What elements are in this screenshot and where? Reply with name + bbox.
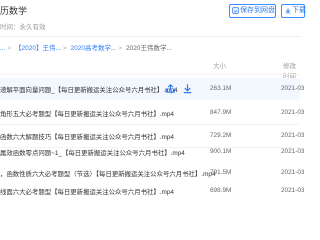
breadcrumb-separator: > bbox=[118, 45, 123, 52]
breadcrumb-item[interactable]: ... bbox=[0, 45, 5, 52]
column-header-time[interactable]: 修改时间 bbox=[283, 60, 300, 80]
row-download-icon[interactable] bbox=[182, 83, 193, 94]
breadcrumb-item[interactable]: 【2020】王伟... bbox=[15, 45, 61, 52]
file-size: 791.5M bbox=[210, 169, 232, 176]
file-time: 2021-03 bbox=[281, 148, 305, 155]
file-size: 847.9M bbox=[210, 109, 232, 116]
page-title: 历数学 bbox=[0, 6, 28, 16]
row-divider bbox=[0, 74, 300, 75]
file-row[interactable]: 递解平面向量问题_【每日更新搬运关注公众号六月书社】.mp4 263.1M 20… bbox=[0, 78, 304, 100]
file-time: 2021-03 bbox=[281, 85, 305, 92]
save-icon bbox=[232, 6, 239, 14]
share-header: 历数学 时间：永久有效 保存到网盘 下载 bbox=[0, 0, 306, 40]
file-time: 2021-03 bbox=[281, 109, 305, 116]
file-time: 2021-03 bbox=[281, 187, 305, 194]
download-button-label: 下载 bbox=[292, 7, 306, 14]
file-size: 698.9M bbox=[210, 187, 232, 194]
file-name[interactable]: 角形五大必考题型【每日更新搬运关注公众号六月书社】.mp4 bbox=[0, 109, 174, 118]
file-name[interactable]: ，函数性质六大必考题型（节选）【每日更新搬运关注公众号六月书社】.mp4 bbox=[0, 169, 216, 178]
file-row[interactable]: 属效函数零点问题~1_【每日更新搬运关注公众号六月书社】.mp4 900.1M … bbox=[0, 141, 304, 163]
save-button-label: 保存到网盘 bbox=[240, 7, 275, 14]
column-header-size[interactable]: 大小 bbox=[213, 60, 226, 70]
download-button[interactable]: 下载 bbox=[281, 4, 306, 18]
file-name[interactable]: 函数六大解题技巧【每日更新搬运关注公众号六月书社】.mp4 bbox=[0, 132, 174, 141]
file-row[interactable]: 线面六大必考题型【每日更新搬运关注公众号六月书社】.mp4 698.9M 202… bbox=[0, 180, 304, 202]
breadcrumb-item[interactable]: 2020高考数学... bbox=[71, 45, 117, 52]
breadcrumb-separator: > bbox=[62, 45, 67, 52]
file-name[interactable]: 递解平面向量问题_【每日更新搬运关注公众号六月书社】.mp4 bbox=[0, 85, 178, 94]
breadcrumb-current: 2020王伟数学... bbox=[126, 45, 172, 52]
file-time: 2021-03 bbox=[281, 132, 305, 139]
file-row[interactable]: 角形五大必考题型【每日更新搬运关注公众号六月书社】.mp4 847.9M 202… bbox=[0, 102, 304, 124]
breadcrumb: ... > 【2020】王伟... > 2020高考数学... > 2020王伟数学.… bbox=[0, 42, 172, 52]
file-time: 2021-03 bbox=[281, 169, 305, 176]
file-size: 263.1M bbox=[210, 85, 232, 92]
file-name[interactable]: 属效函数零点问题~1_【每日更新搬运关注公众号六月书社】.mp4 bbox=[0, 148, 185, 157]
header-divider bbox=[0, 36, 300, 37]
file-name[interactable]: 线面六大必考题型【每日更新搬运关注公众号六月书社】.mp4 bbox=[0, 187, 174, 196]
file-size: 729.2M bbox=[210, 132, 232, 139]
share-icon[interactable] bbox=[165, 83, 176, 94]
file-size: 900.1M bbox=[210, 148, 232, 155]
expiry-text: 时间：永久有效 bbox=[0, 24, 46, 31]
save-to-netdisk-button[interactable]: 保存到网盘 bbox=[229, 4, 276, 18]
breadcrumb-separator: > bbox=[7, 45, 12, 52]
download-icon bbox=[285, 7, 291, 13]
